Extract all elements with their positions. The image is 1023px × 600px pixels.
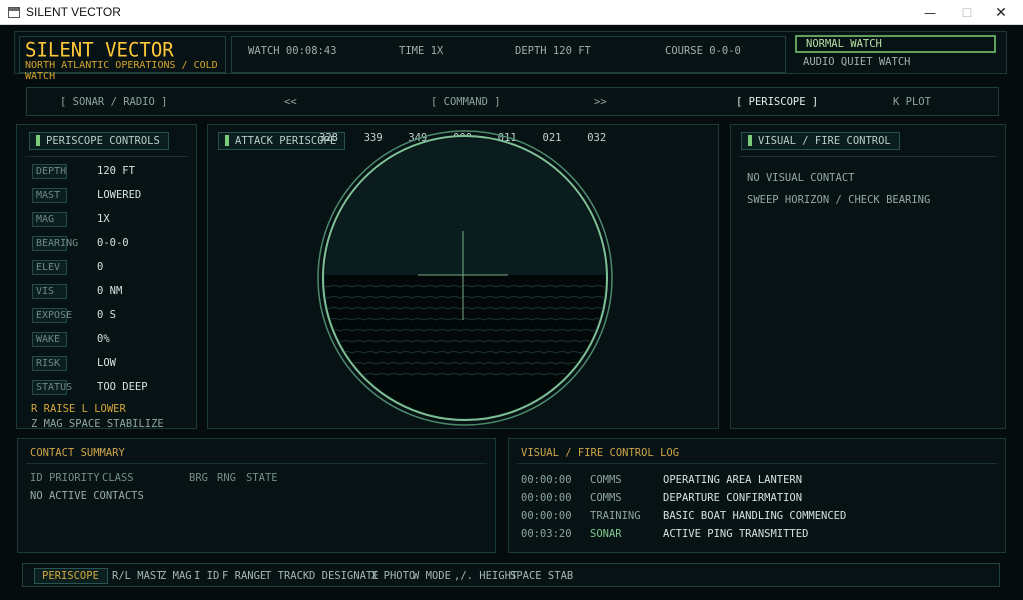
visual-instruction: SWEEP HORIZON / CHECK BEARING: [747, 194, 931, 206]
divider: [26, 463, 487, 464]
time-compression: TIME 1X: [399, 45, 444, 57]
log-message: ACTIVE PING TRANSMITTED: [663, 528, 809, 540]
app-icon: [8, 7, 20, 18]
mast-keys-hint: R RAISE L LOWER: [31, 403, 126, 415]
control-value: 0%: [97, 333, 110, 345]
log-message: OPERATING AREA LANTERN: [663, 474, 803, 486]
panel-marker-icon: [748, 135, 752, 146]
panel-marker-icon: [225, 135, 229, 146]
visual-fire-control-panel: VISUAL / FIRE CONTROL NO VISUAL CONTACT …: [730, 124, 1006, 429]
column-header-bearing: BRG: [189, 472, 208, 484]
control-key-label: VIS: [32, 284, 67, 299]
status-strip: WATCH 00:08:43 TIME 1X DEPTH 120 FT COUR…: [231, 36, 786, 73]
fire-control-log-panel: VISUAL / FIRE CONTROL LOG 00:00:00 COMMS O…: [508, 438, 1006, 553]
footer-key-hint: W MODE: [413, 570, 451, 582]
brand-box: SILENT VECTOR NORTH ATLANTIC OPERATIONS …: [19, 36, 226, 82]
control-value: 0: [97, 261, 104, 273]
divider: [739, 156, 997, 157]
sky-area: [325, 138, 605, 275]
contact-summary-panel: CONTACT SUMMARY ID PRIORITY CLASS BRG RN…: [17, 438, 496, 553]
control-key-label: ELEV: [32, 260, 67, 275]
column-header-state: STATE: [246, 472, 278, 484]
tab-k-plot[interactable]: K PLOT: [893, 96, 931, 108]
column-header-priority: PRIORITY: [49, 472, 100, 484]
control-value: 120 FT: [97, 165, 135, 177]
nav-next-button[interactable]: >>: [594, 96, 607, 108]
control-value: 0 S: [97, 309, 116, 321]
periscope-view[interactable]: [316, 129, 614, 427]
visual-fire-title: VISUAL / FIRE CONTROL: [741, 132, 900, 150]
log-message: BASIC BOAT HANDLING COMMENCED: [663, 510, 847, 522]
control-key-label: WAKE: [32, 332, 67, 347]
attack-periscope-panel: ATTACK PERISCOPE 328339349000011021032: [207, 124, 719, 429]
footer-key-hint: ,/. HEIGHT: [454, 570, 518, 582]
footer-key-hint: F RANGE: [222, 570, 267, 582]
log-time: 00:03:20: [521, 528, 572, 540]
contact-summary-title: CONTACT SUMMARY: [30, 447, 125, 459]
log-message: DEPARTURE CONFIRMATION: [663, 492, 803, 504]
control-value: 1X: [97, 213, 110, 225]
log-source: COMMS: [590, 492, 622, 504]
control-value: TOO DEEP: [97, 381, 148, 393]
control-key-label: EXPOSE: [32, 308, 72, 323]
panel-marker-icon: [36, 135, 40, 146]
footer-keybar: PERISCOPE R/L MAST Z MAG I ID F RANGE T TRAC…: [22, 563, 1000, 587]
visual-contact-status: NO VISUAL CONTACT: [747, 172, 855, 184]
control-value: LOWERED: [97, 189, 142, 201]
control-key-label: DEPTH: [32, 164, 67, 179]
log-time: 00:00:00: [521, 492, 572, 504]
depth-readout: DEPTH 120 FT: [515, 45, 591, 57]
log-time: 00:00:00: [521, 474, 572, 486]
no-contacts-message: NO ACTIVE CONTACTS: [30, 490, 144, 502]
window-title: SILENT VECTOR: [26, 5, 121, 19]
column-header-range: RNG: [217, 472, 236, 484]
periscope-controls-panel: PERISCOPE CONTROLS DEPTH 120 FT MAST LOWERE…: [16, 124, 197, 430]
divider: [25, 156, 188, 157]
tab-sonar-radio[interactable]: [ SONAR / RADIO ]: [60, 96, 167, 108]
footer-key-hint: T TRACK: [265, 570, 310, 582]
nav-prev-button[interactable]: <<: [284, 96, 297, 108]
tab-command[interactable]: [ COMMAND ]: [431, 96, 501, 108]
control-key-label: MAST: [32, 188, 67, 203]
watch-clock: WATCH 00:08:43: [248, 45, 337, 57]
course-readout: COURSE 0-0-0: [665, 45, 741, 57]
column-header-class: CLASS: [102, 472, 134, 484]
footer-key-hint: D DESIGNATE: [309, 570, 379, 582]
fire-log-title: VISUAL / FIRE CONTROL LOG: [521, 447, 680, 459]
station-nav: [ SONAR / RADIO ] << [ COMMAND ] >> [ PE…: [26, 87, 999, 116]
mag-keys-hint: Z MAG SPACE STABILIZE: [31, 418, 164, 430]
app-brand-title: SILENT VECTOR: [25, 38, 174, 62]
control-value: 0 NM: [97, 285, 123, 297]
header-bar: SILENT VECTOR NORTH ATLANTIC OPERATIONS …: [14, 31, 1007, 82]
column-header-id: ID: [30, 472, 43, 484]
control-key-label: RISK: [32, 356, 67, 371]
divider: [517, 463, 997, 464]
control-key-label: STATUS: [32, 380, 72, 395]
panel-title-text: PERISCOPE CONTROLS: [46, 135, 160, 147]
footer-key-hint: SPACE STAB: [510, 570, 574, 582]
current-station-badge: PERISCOPE: [34, 568, 108, 584]
app-surface: SILENT VECTOR NORTH ATLANTIC OPERATIONS …: [0, 25, 1023, 600]
app-brand-subtitle: NORTH ATLANTIC OPERATIONS / COLD WATCH: [25, 60, 218, 82]
log-time: 00:00:00: [521, 510, 572, 522]
control-key-label: MAG: [32, 212, 67, 227]
footer-key-hint: Z MAG: [160, 570, 192, 582]
footer-key-hint: R/L MAST: [112, 570, 163, 582]
control-key-label: BEARING: [32, 236, 78, 251]
close-button[interactable]: ✕: [978, 0, 1023, 25]
footer-key-hint: I ID: [194, 570, 220, 582]
window-titlebar: SILENT VECTOR — ☐ ✕: [0, 0, 1023, 25]
log-source: TRAINING: [590, 510, 641, 522]
panel-title-text: VISUAL / FIRE CONTROL: [758, 135, 891, 147]
control-value: LOW: [97, 357, 116, 369]
watch-mode-badge[interactable]: NORMAL WATCH: [795, 35, 996, 53]
log-source: SONAR: [590, 528, 622, 540]
periscope-controls-title: PERISCOPE CONTROLS: [29, 132, 169, 150]
log-source: COMMS: [590, 474, 622, 486]
footer-key-hint: X PHOTO: [371, 570, 416, 582]
audio-mode-label: AUDIO QUIET WATCH: [803, 56, 911, 68]
control-value: 0-0-0: [97, 237, 129, 249]
tab-periscope[interactable]: [ PERISCOPE ]: [736, 96, 818, 108]
